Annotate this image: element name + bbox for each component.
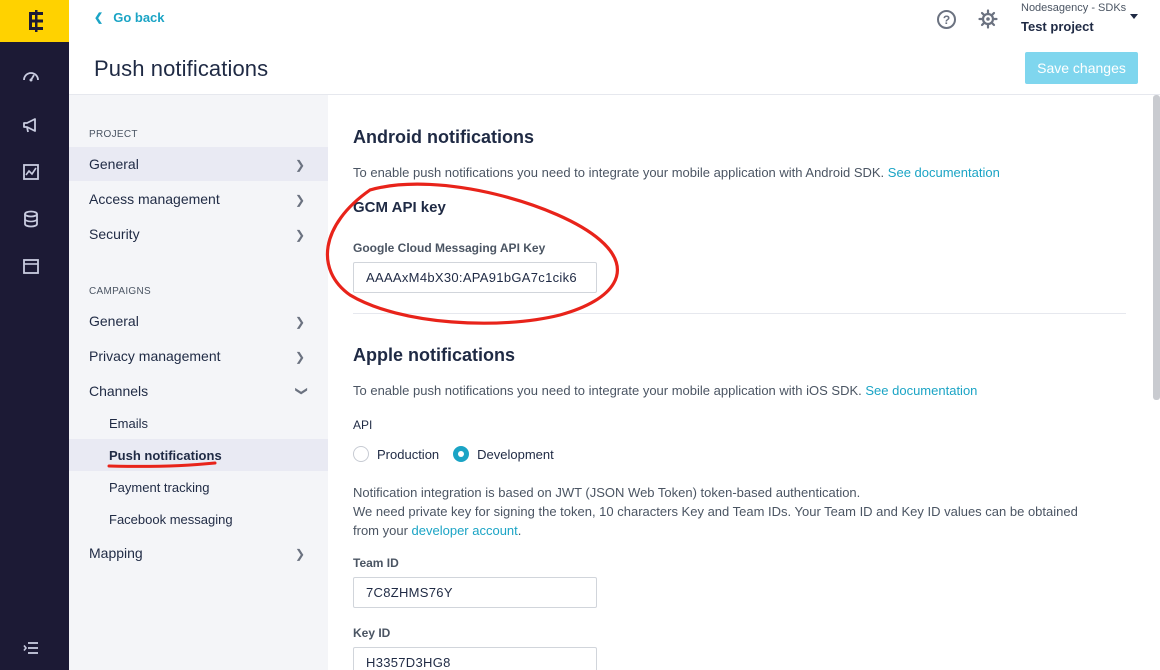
android-section-title: Android notifications <box>353 127 534 147</box>
apple-section-title: Apple notifications <box>353 345 515 365</box>
jwt-info-line-2: We need private key for signing the toke… <box>353 504 1078 519</box>
project-switcher[interactable]: Test project <box>1021 19 1094 34</box>
go-back-label: Go back <box>113 10 165 25</box>
chevron-right-icon: ❯ <box>294 193 305 207</box>
megaphone-icon[interactable] <box>20 114 42 136</box>
radio-development-label[interactable]: Development <box>477 447 554 462</box>
nav-item-campaigns-general[interactable]: General ❯ <box>69 304 328 338</box>
analytics-icon[interactable] <box>20 161 42 183</box>
jwt-info-line-1: Notification integration is based on JWT… <box>353 485 861 500</box>
api-label: API <box>353 418 373 432</box>
chevron-down-icon: ❯ <box>294 385 309 397</box>
nav-sub-payment-tracking[interactable]: Payment tracking <box>69 471 328 503</box>
jwt-info-prefix: from your <box>353 523 408 538</box>
collapse-menu-icon[interactable] <box>20 637 42 659</box>
go-back-link[interactable]: ❮ Go back <box>94 10 165 25</box>
nav-item-label: Access management <box>89 191 220 207</box>
radio-production-label[interactable]: Production <box>377 447 439 462</box>
jwt-info-line-3: from your developer account. <box>353 521 1133 540</box>
nav-item-security[interactable]: Security ❯ <box>69 217 328 251</box>
jwt-info-text: Notification integration is based on JWT… <box>353 483 1133 540</box>
save-changes-button[interactable]: Save changes <box>1025 52 1138 84</box>
folder-icon[interactable] <box>20 255 42 277</box>
gcm-key-label: Google Cloud Messaging API Key <box>353 241 546 255</box>
page-header: ❮ Go back Push notifications ? Nodesagen… <box>69 0 1160 95</box>
nav-item-project-general[interactable]: General ❯ <box>69 147 328 181</box>
nav-sub-push-notifications[interactable]: Push notifications <box>69 439 328 471</box>
developer-account-link[interactable]: developer account <box>412 523 518 538</box>
nav-item-label: General <box>89 313 139 329</box>
nav-sub-facebook-messaging[interactable]: Facebook messaging <box>69 503 328 535</box>
app-logo[interactable] <box>0 0 69 42</box>
page-title: Push notifications <box>94 56 269 81</box>
nav-sub-label: Payment tracking <box>109 479 210 495</box>
nav-section-campaigns: CAMPAIGNS <box>89 286 151 297</box>
key-id-input[interactable] <box>353 647 597 670</box>
logo-icon <box>28 10 43 32</box>
chevron-right-icon: ❯ <box>294 547 305 561</box>
dashboard-icon[interactable] <box>20 66 42 88</box>
section-divider <box>353 313 1126 314</box>
nav-sub-label: Facebook messaging <box>109 511 233 527</box>
team-id-input[interactable] <box>353 577 597 608</box>
nav-sub-label: Push notifications <box>109 447 222 463</box>
nav-item-mapping[interactable]: Mapping ❯ <box>69 536 328 570</box>
chevron-right-icon: ❯ <box>294 158 305 172</box>
gcm-section-title: GCM API key <box>353 199 446 216</box>
nav-sub-label: Emails <box>109 415 149 431</box>
organization-name: Nodesagency - SDKs <box>1021 2 1127 14</box>
nav-section-project: PROJECT <box>89 129 138 140</box>
nav-item-label: Security <box>89 226 140 242</box>
jwt-info-suffix: . <box>517 523 522 538</box>
chevron-right-icon: ❯ <box>294 350 305 364</box>
nav-item-channels[interactable]: Channels ❯ <box>69 374 328 408</box>
radio-development[interactable] <box>453 446 470 462</box>
apple-documentation-link[interactable]: See documentation <box>865 383 977 398</box>
chevron-right-icon: ❯ <box>294 228 305 242</box>
chevron-right-icon: ❯ <box>294 315 305 329</box>
main-content: Android notifications To enable push not… <box>353 95 1133 670</box>
nav-item-access-management[interactable]: Access management ❯ <box>69 182 328 216</box>
key-id-label: Key ID <box>353 626 391 640</box>
android-description: To enable push notifications you need to… <box>353 165 1000 180</box>
team-id-label: Team ID <box>353 556 399 570</box>
help-icon[interactable]: ? <box>937 10 956 29</box>
chevron-left-icon: ❮ <box>94 12 104 24</box>
android-documentation-link[interactable]: See documentation <box>888 165 1000 180</box>
nav-item-label: General <box>89 156 139 172</box>
nav-item-label: Channels <box>89 383 149 399</box>
nav-item-label: Privacy management <box>89 348 221 364</box>
apple-description-text: To enable push notifications you need to… <box>353 383 862 398</box>
app-rail <box>0 0 69 670</box>
gcm-api-key-input[interactable] <box>353 262 597 293</box>
caret-down-icon[interactable] <box>1130 14 1138 19</box>
content-scrollbar[interactable] <box>1153 95 1160 400</box>
android-description-text: To enable push notifications you need to… <box>353 165 885 180</box>
apple-description: To enable push notifications you need to… <box>353 383 977 398</box>
nav-item-label: Mapping <box>89 545 143 561</box>
settings-sidebar: PROJECT General ❯ Access management ❯ Se… <box>69 95 328 670</box>
nav-item-privacy-management[interactable]: Privacy management ❯ <box>69 339 328 373</box>
api-radio-group: Production Development <box>353 446 554 462</box>
database-icon[interactable] <box>20 208 42 230</box>
radio-production[interactable] <box>353 446 369 462</box>
gear-icon[interactable] <box>978 9 998 34</box>
nav-sub-emails[interactable]: Emails <box>69 407 328 439</box>
